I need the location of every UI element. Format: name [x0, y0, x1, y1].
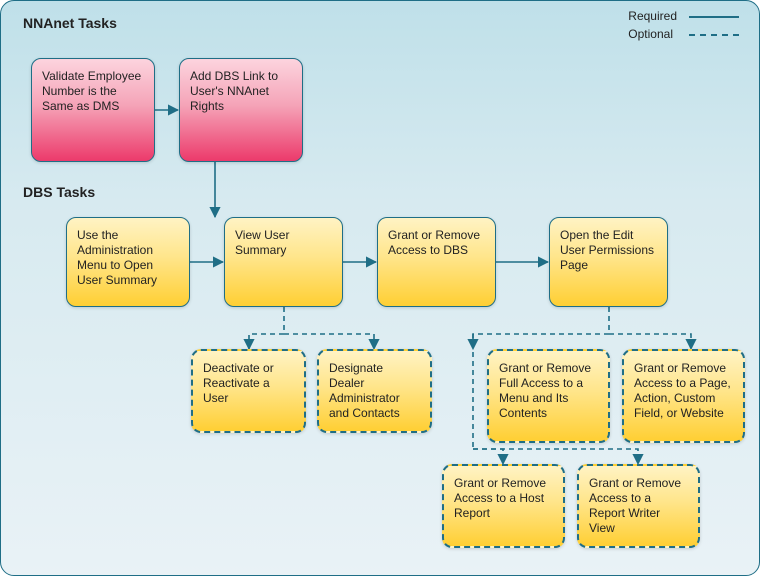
node-add-dbs-link: Add DBS Link to User's NNAnet Rights [179, 58, 303, 162]
node-deactivate-user: Deactivate or Reactivate a User [191, 349, 306, 433]
node-admin-menu: Use the Administration Menu to Open User… [66, 217, 190, 307]
node-validate-employee: Validate Employee Number is the Same as … [31, 58, 155, 162]
legend-required-line [689, 16, 739, 18]
section-title-nnanet: NNAnet Tasks [23, 15, 117, 31]
node-full-access-menu: Grant or Remove Full Access to a Menu an… [487, 349, 610, 443]
legend-optional-label: Optional [622, 25, 683, 43]
node-open-edit-permissions: Open the Edit User Permissions Page [549, 217, 668, 307]
node-access-page-action: Grant or Remove Access to a Page, Action… [622, 349, 745, 443]
node-grant-remove-dbs: Grant or Remove Access to DBS [377, 217, 496, 307]
section-title-dbs: DBS Tasks [23, 184, 95, 200]
node-report-writer-view: Grant or Remove Access to a Report Write… [577, 464, 700, 548]
node-host-report: Grant or Remove Access to a Host Report [442, 464, 565, 548]
node-view-user-summary: View User Summary [224, 217, 343, 307]
flowchart-canvas: NNAnet Tasks DBS Tasks Required Optional [0, 0, 760, 576]
legend-required-label: Required [622, 7, 683, 25]
legend: Required Optional [622, 7, 745, 43]
node-designate-admin: Designate Dealer Administrator and Conta… [317, 349, 432, 433]
legend-optional-line [689, 34, 739, 36]
